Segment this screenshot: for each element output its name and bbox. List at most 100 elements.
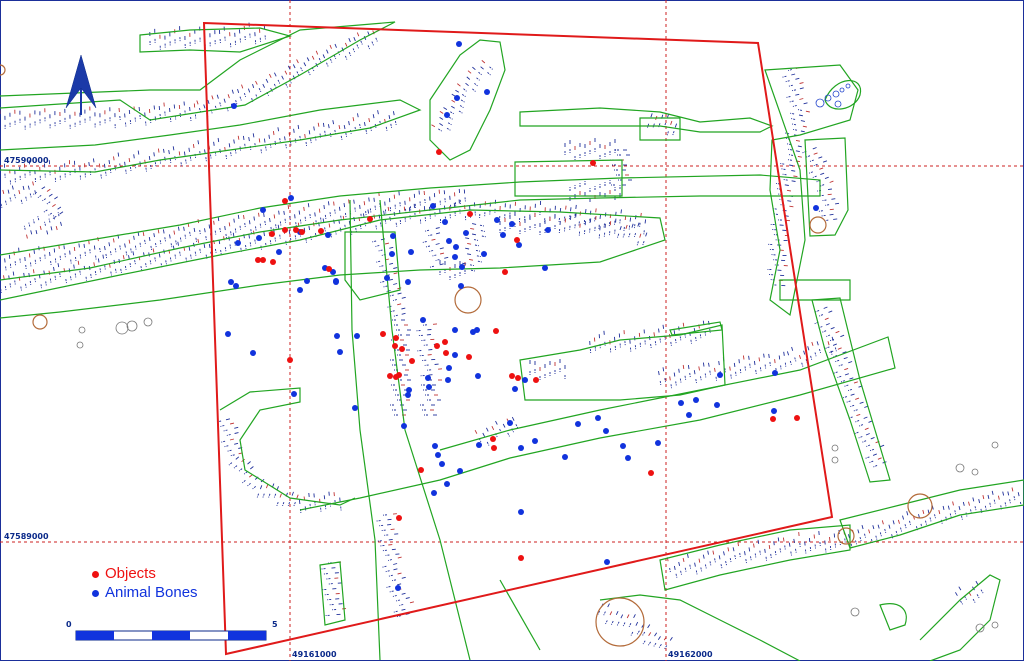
animal-bone-point: [454, 95, 460, 101]
hatch-mark: [658, 328, 660, 333]
animal-bone-point: [655, 440, 661, 446]
object-point: [318, 228, 324, 234]
animal-bone-point: [542, 265, 548, 271]
hatch-mark: [133, 154, 135, 159]
animal-bone-point: [395, 585, 401, 591]
hatch-mark: [242, 135, 245, 140]
hatch-mark: [585, 209, 587, 214]
hatch-mark: [73, 264, 75, 269]
animal-bone-point: [235, 240, 241, 246]
object-point: [393, 374, 399, 380]
hatch-mark: [738, 359, 740, 364]
legend-objects-label: Objects: [105, 565, 156, 582]
scale-bar: [75, 630, 267, 641]
animal-bone-point: [446, 238, 452, 244]
hatch-mark: [102, 254, 104, 259]
object-point: [367, 216, 373, 222]
hatch-mark: [297, 124, 300, 130]
hatch-mark: [70, 259, 72, 264]
hatch-mark: [50, 260, 52, 265]
hatch-mark: [620, 209, 622, 214]
object-point: [326, 266, 332, 272]
hatch-mark: [669, 376, 671, 381]
object-point: [282, 198, 288, 204]
animal-bone-point: [686, 412, 692, 418]
hatch-mark: [88, 240, 90, 245]
hatch-mark: [782, 537, 785, 542]
animal-bone-point: [288, 195, 294, 201]
animal-bone-point: [494, 217, 500, 223]
object-point: [648, 470, 654, 476]
hatch-mark: [28, 253, 31, 258]
hatch-mark: [272, 131, 275, 136]
hatch-mark: [575, 204, 577, 209]
hatch-mark: [217, 137, 220, 143]
animal-bone-point: [625, 455, 631, 461]
animal-bone-point: [291, 391, 297, 397]
hatch-mark: [343, 203, 346, 208]
hatch-mark: [595, 208, 597, 213]
hatch-mark: [327, 201, 330, 206]
hatch-mark: [78, 243, 80, 248]
animal-bone-point: [452, 352, 458, 358]
animal-bone-point: [500, 232, 506, 238]
animal-bone-point: [225, 331, 231, 337]
object-point: [270, 259, 276, 265]
animal-bone-point: [475, 373, 481, 379]
animal-bone-point: [620, 443, 626, 449]
hatch-mark: [353, 199, 355, 204]
hatch-mark: [338, 206, 341, 211]
object-point: [434, 343, 440, 349]
hatch-mark: [30, 262, 32, 267]
hatch-mark: [787, 200, 792, 202]
hatch-mark: [293, 128, 295, 133]
animal-bone-point: [405, 279, 411, 285]
hatch-mark: [737, 542, 739, 547]
legend-objects: Objects: [92, 565, 156, 582]
animal-bone-point: [562, 454, 568, 460]
hatch-mark: [729, 366, 731, 371]
hatch-mark: [559, 207, 562, 213]
hatch-mark: [283, 210, 285, 215]
animal-bone-point: [444, 112, 450, 118]
object-point: [418, 467, 424, 473]
hatch-mark: [702, 362, 705, 367]
object-point: [502, 269, 508, 275]
hatch-mark: [268, 134, 270, 139]
animal-bone-point: [426, 384, 432, 390]
animal-bone-point: [545, 227, 551, 233]
hatch-mark: [298, 210, 301, 215]
hatch-mark: [25, 264, 27, 269]
hatch-mark: [228, 222, 231, 227]
hatch-mark: [97, 258, 100, 263]
hatch-mark: [768, 353, 770, 358]
hatch-mark: [682, 322, 685, 327]
hatch-mark: [49, 251, 51, 257]
scale-start-label: 0: [66, 620, 72, 629]
hatch-mark: [640, 212, 642, 217]
object-point: [399, 346, 405, 352]
hatch-mark: [769, 361, 771, 366]
hatch-mark: [718, 361, 720, 366]
animal-bone-point: [714, 402, 720, 408]
hatch-mark: [633, 224, 636, 229]
animal-bone-point: [256, 235, 262, 241]
hatch-mark: [137, 150, 140, 155]
hatch-mark: [829, 208, 834, 211]
hatch-mark: [163, 148, 165, 153]
scale-end-label: 5: [272, 620, 278, 629]
animal-bone-point: [452, 327, 458, 333]
hatch-mark: [157, 148, 160, 153]
hatch-mark: [758, 357, 761, 362]
animal-bone-point: [354, 333, 360, 339]
hatch-mark: [33, 249, 35, 254]
hatch-mark: [258, 212, 260, 217]
hatch-mark: [93, 245, 96, 250]
animal-bone-point: [334, 333, 340, 339]
animal-bone-point: [771, 408, 777, 414]
excavation-map: [0, 0, 1024, 661]
hatch-mark: [629, 217, 632, 222]
hatch-mark: [248, 220, 251, 225]
animal-bone-point: [425, 375, 431, 381]
animal-bone-point: [442, 219, 448, 225]
